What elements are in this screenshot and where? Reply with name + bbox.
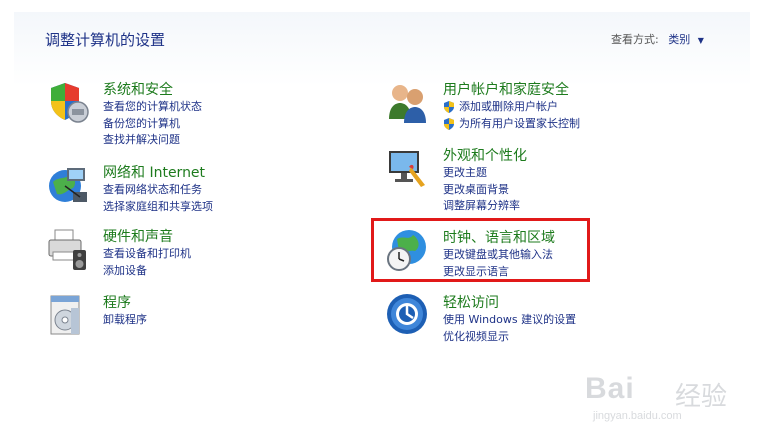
link-devices-printers[interactable]: 查看设备和打印机 — [103, 246, 191, 263]
monitor-paint-icon[interactable] — [385, 145, 431, 191]
uac-shield-icon — [444, 101, 454, 113]
ease-of-access-icon[interactable] — [385, 292, 431, 338]
programs-icon[interactable] — [45, 292, 91, 338]
view-by-label: 查看方式: — [611, 33, 659, 46]
category-heading-programs[interactable]: 程序 — [103, 292, 131, 312]
users-icon[interactable] — [385, 79, 431, 125]
view-by-control: 查看方式: 类别 ▼ — [611, 31, 704, 47]
link-label: 为所有用户设置家长控制 — [459, 116, 580, 130]
link-troubleshoot[interactable]: 查找并解决问题 — [103, 132, 202, 149]
printer-icon[interactable] — [45, 226, 91, 272]
view-by-dropdown[interactable]: 类别 — [668, 33, 690, 46]
highlight-box — [371, 218, 590, 282]
category-heading-ease-of-access[interactable]: 轻松访问 — [443, 292, 499, 312]
page-title: 调整计算机的设置 — [45, 31, 166, 49]
link-change-theme[interactable]: 更改主题 — [443, 165, 520, 182]
category-heading-appearance[interactable]: 外观和个性化 — [443, 145, 527, 165]
link-homegroup-sharing[interactable]: 选择家庭组和共享选项 — [103, 199, 213, 216]
link-view-computer-status[interactable]: 查看您的计算机状态 — [103, 99, 202, 116]
link-parental-controls[interactable]: 为所有用户设置家长控制 — [443, 116, 580, 133]
uac-shield-icon — [444, 117, 454, 130]
link-backup-computer[interactable]: 备份您的计算机 — [103, 116, 202, 133]
network-globe-icon[interactable] — [45, 162, 91, 208]
link-view-network-status[interactable]: 查看网络状态和任务 — [103, 182, 213, 199]
link-add-remove-accounts[interactable]: 添加或删除用户帐户 — [443, 99, 580, 116]
category-heading-user-accounts[interactable]: 用户帐户和家庭安全 — [443, 79, 569, 99]
category-heading-network-internet[interactable]: 网络和 Internet — [103, 162, 205, 182]
link-desktop-background[interactable]: 更改桌面背景 — [443, 182, 520, 199]
watermark-brand: Bai — [585, 372, 635, 405]
baidu-watermark: Bai 经验 jingyan.baidu.com — [585, 372, 745, 432]
category-heading-hardware-sound[interactable]: 硬件和声音 — [103, 226, 173, 246]
chevron-down-icon[interactable]: ▼ — [698, 36, 704, 45]
link-add-device[interactable]: 添加设备 — [103, 263, 191, 280]
link-recommended-settings[interactable]: 使用 Windows 建议的设置 — [443, 312, 576, 329]
link-optimize-display[interactable]: 优化视频显示 — [443, 329, 576, 346]
watermark-brand-cn: 经验 — [675, 382, 728, 412]
link-label: 添加或删除用户帐户 — [459, 100, 558, 113]
link-screen-resolution[interactable]: 调整屏幕分辨率 — [443, 198, 520, 215]
shield-icon[interactable] — [45, 79, 91, 125]
link-uninstall-program[interactable]: 卸载程序 — [103, 312, 147, 329]
watermark-url: jingyan.baidu.com — [593, 410, 682, 422]
category-heading-system-security[interactable]: 系统和安全 — [103, 79, 173, 99]
